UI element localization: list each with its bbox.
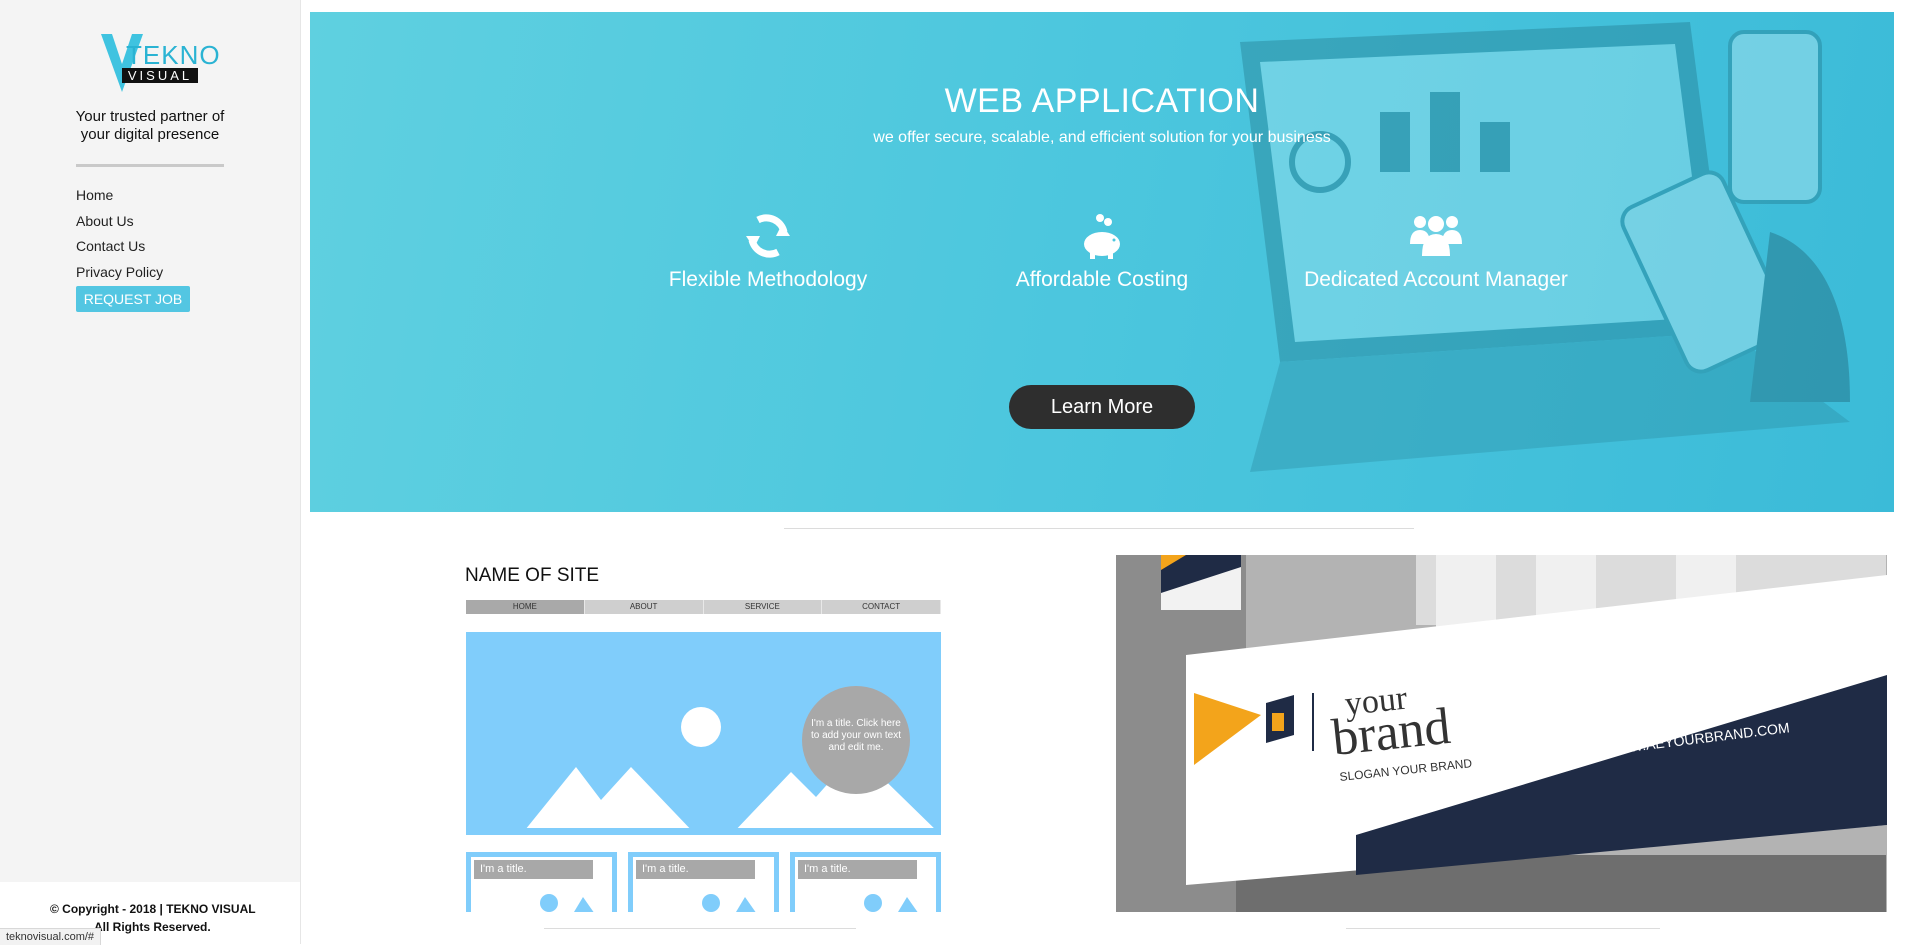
group-icon xyxy=(1286,212,1586,262)
nav-contact-us[interactable]: Contact Us xyxy=(76,234,163,260)
learn-more-button[interactable]: Learn More xyxy=(1009,385,1195,429)
sync-icon xyxy=(618,212,918,262)
divider xyxy=(544,928,856,929)
hero-title: WEB APPLICATION xyxy=(944,82,1260,120)
feature-dedicated-account-manager: Dedicated Account Manager xyxy=(1286,212,1586,292)
logo-text-visual: VISUAL xyxy=(122,68,198,83)
status-bar-url: teknovisual.com/# xyxy=(0,928,102,945)
logo-text-tekno: TEKNO xyxy=(126,40,221,70)
mockup-nav: HOME ABOUT SERVICE CONTACT xyxy=(466,600,941,614)
hero-subtitle: we offer secure, scalable, and efficient… xyxy=(873,129,1331,146)
mockup-cards: I'm a title. I'm a title. I'm a title. xyxy=(466,852,941,912)
piggy-bank-icon xyxy=(952,212,1252,262)
tagline: Your trusted partner of your digital pre… xyxy=(75,108,225,143)
mockup-site-name: NAME OF SITE xyxy=(465,565,600,586)
mockup-card: I'm a title. xyxy=(628,852,779,912)
mockup-nav-home: HOME xyxy=(466,600,585,614)
nav-home[interactable]: Home xyxy=(76,183,163,209)
divider xyxy=(1346,928,1660,929)
hero-banner: WEB APPLICATION we offer secure, scalabl… xyxy=(310,12,1894,512)
mockup-card: I'm a title. xyxy=(466,852,617,912)
feature-affordable-costing: Affordable Costing xyxy=(952,212,1252,292)
nav-privacy-policy[interactable]: Privacy Policy xyxy=(76,260,163,286)
mockup-nav-about: ABOUT xyxy=(585,600,704,614)
mockup-card: I'm a title. xyxy=(790,852,941,912)
divider xyxy=(76,164,224,167)
divider xyxy=(784,528,1414,529)
sidebar: TEKNO VISUAL Your trusted partner of you… xyxy=(0,0,301,944)
logo[interactable]: TEKNO VISUAL xyxy=(98,32,220,96)
mockup-nav-contact: CONTACT xyxy=(822,600,941,614)
mockup-hero-image: I'm a title. Click here to add your own … xyxy=(466,632,941,835)
brand-sign-image: your brand SLOGAN YOUR BRAND WWW.AEYOURB… xyxy=(1116,555,1887,912)
feature-flexible-methodology: Flexible Methodology xyxy=(618,212,918,292)
nav-about-us[interactable]: About Us xyxy=(76,209,163,235)
mockup-nav-service: SERVICE xyxy=(704,600,823,614)
mockup-bubble: I'm a title. Click here to add your own … xyxy=(802,686,910,794)
sidebar-nav: Home About Us Contact Us Privacy Policy xyxy=(76,183,163,285)
request-job-button[interactable]: REQUEST JOB xyxy=(76,286,190,312)
